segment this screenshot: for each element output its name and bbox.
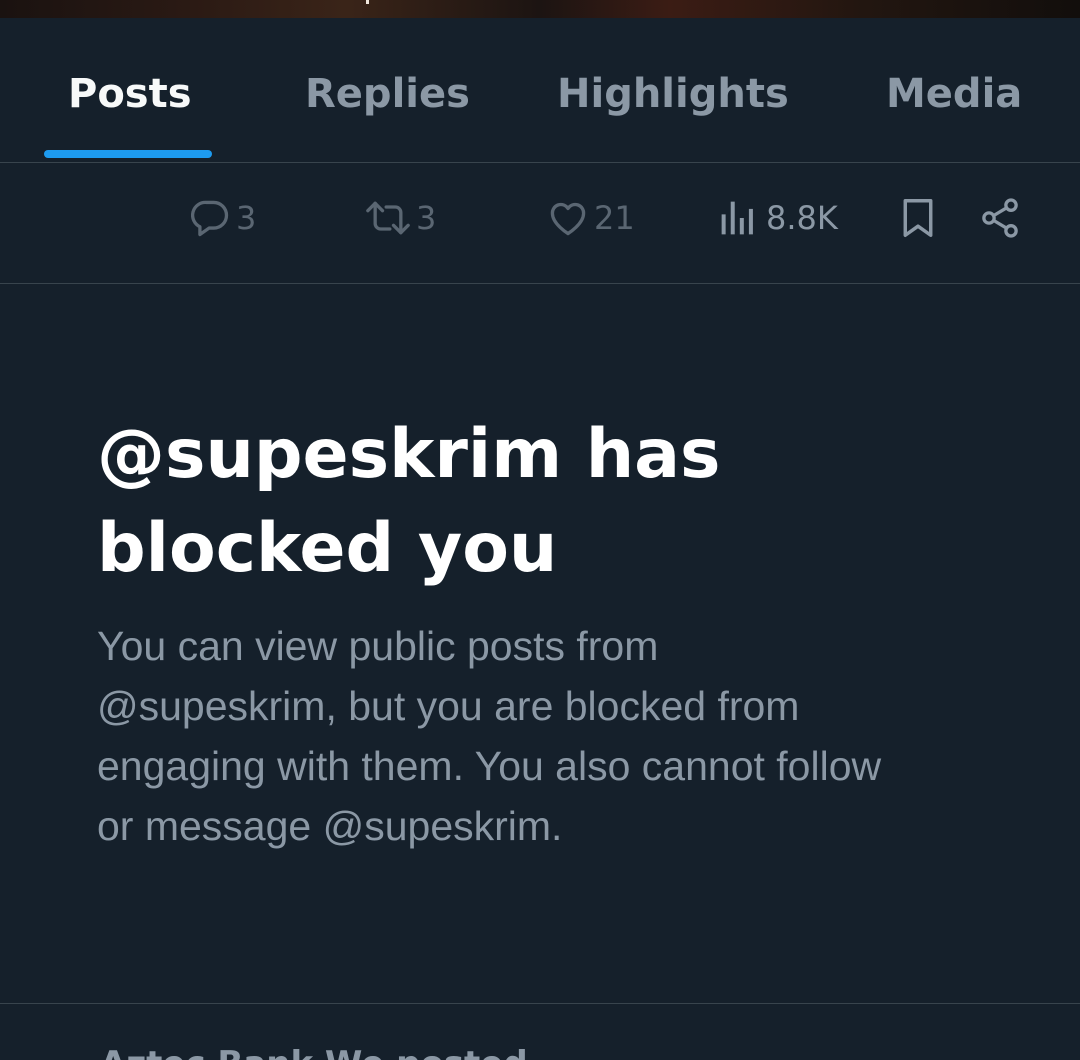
next-post-preview[interactable]: Aztec Bank We posted bbox=[100, 1044, 528, 1060]
like-icon bbox=[546, 196, 590, 240]
blocked-notice-title: @supeskrim has blocked you bbox=[97, 415, 721, 588]
repost-button[interactable]: 3 bbox=[364, 196, 436, 240]
share-button[interactable] bbox=[978, 196, 1022, 240]
share-icon bbox=[978, 196, 1022, 240]
like-button[interactable]: 21 bbox=[546, 196, 635, 240]
reply-count: 3 bbox=[236, 199, 257, 237]
views-button[interactable]: 8.8K bbox=[718, 196, 838, 240]
section-divider bbox=[0, 1003, 1080, 1004]
tab-media[interactable]: Media bbox=[886, 68, 1022, 120]
repost-icon bbox=[364, 196, 412, 240]
views-count: 8.8K bbox=[766, 199, 838, 237]
bookmark-button[interactable] bbox=[898, 196, 938, 240]
tab-replies[interactable]: Replies bbox=[305, 68, 470, 120]
post-action-bar: 3 3 21 8.8K bbox=[0, 163, 1080, 284]
tab-posts[interactable]: Posts bbox=[68, 68, 192, 120]
views-icon bbox=[718, 196, 758, 240]
blocked-notice-body: You can view public posts from @supeskri… bbox=[97, 623, 882, 849]
cover-photo-detail bbox=[366, 0, 369, 4]
cover-photo-edge bbox=[0, 0, 1080, 18]
blocked-notice: @supeskrim has blocked you You can view … bbox=[97, 408, 997, 856]
like-count: 21 bbox=[594, 199, 635, 237]
reply-button[interactable]: 3 bbox=[188, 196, 256, 240]
tab-highlights[interactable]: Highlights bbox=[557, 68, 789, 120]
bookmark-icon bbox=[898, 196, 938, 240]
repost-count: 3 bbox=[416, 199, 437, 237]
reply-icon bbox=[188, 196, 232, 240]
active-tab-indicator bbox=[44, 150, 212, 158]
profile-tabs: Posts Replies Highlights Media bbox=[0, 18, 1080, 163]
